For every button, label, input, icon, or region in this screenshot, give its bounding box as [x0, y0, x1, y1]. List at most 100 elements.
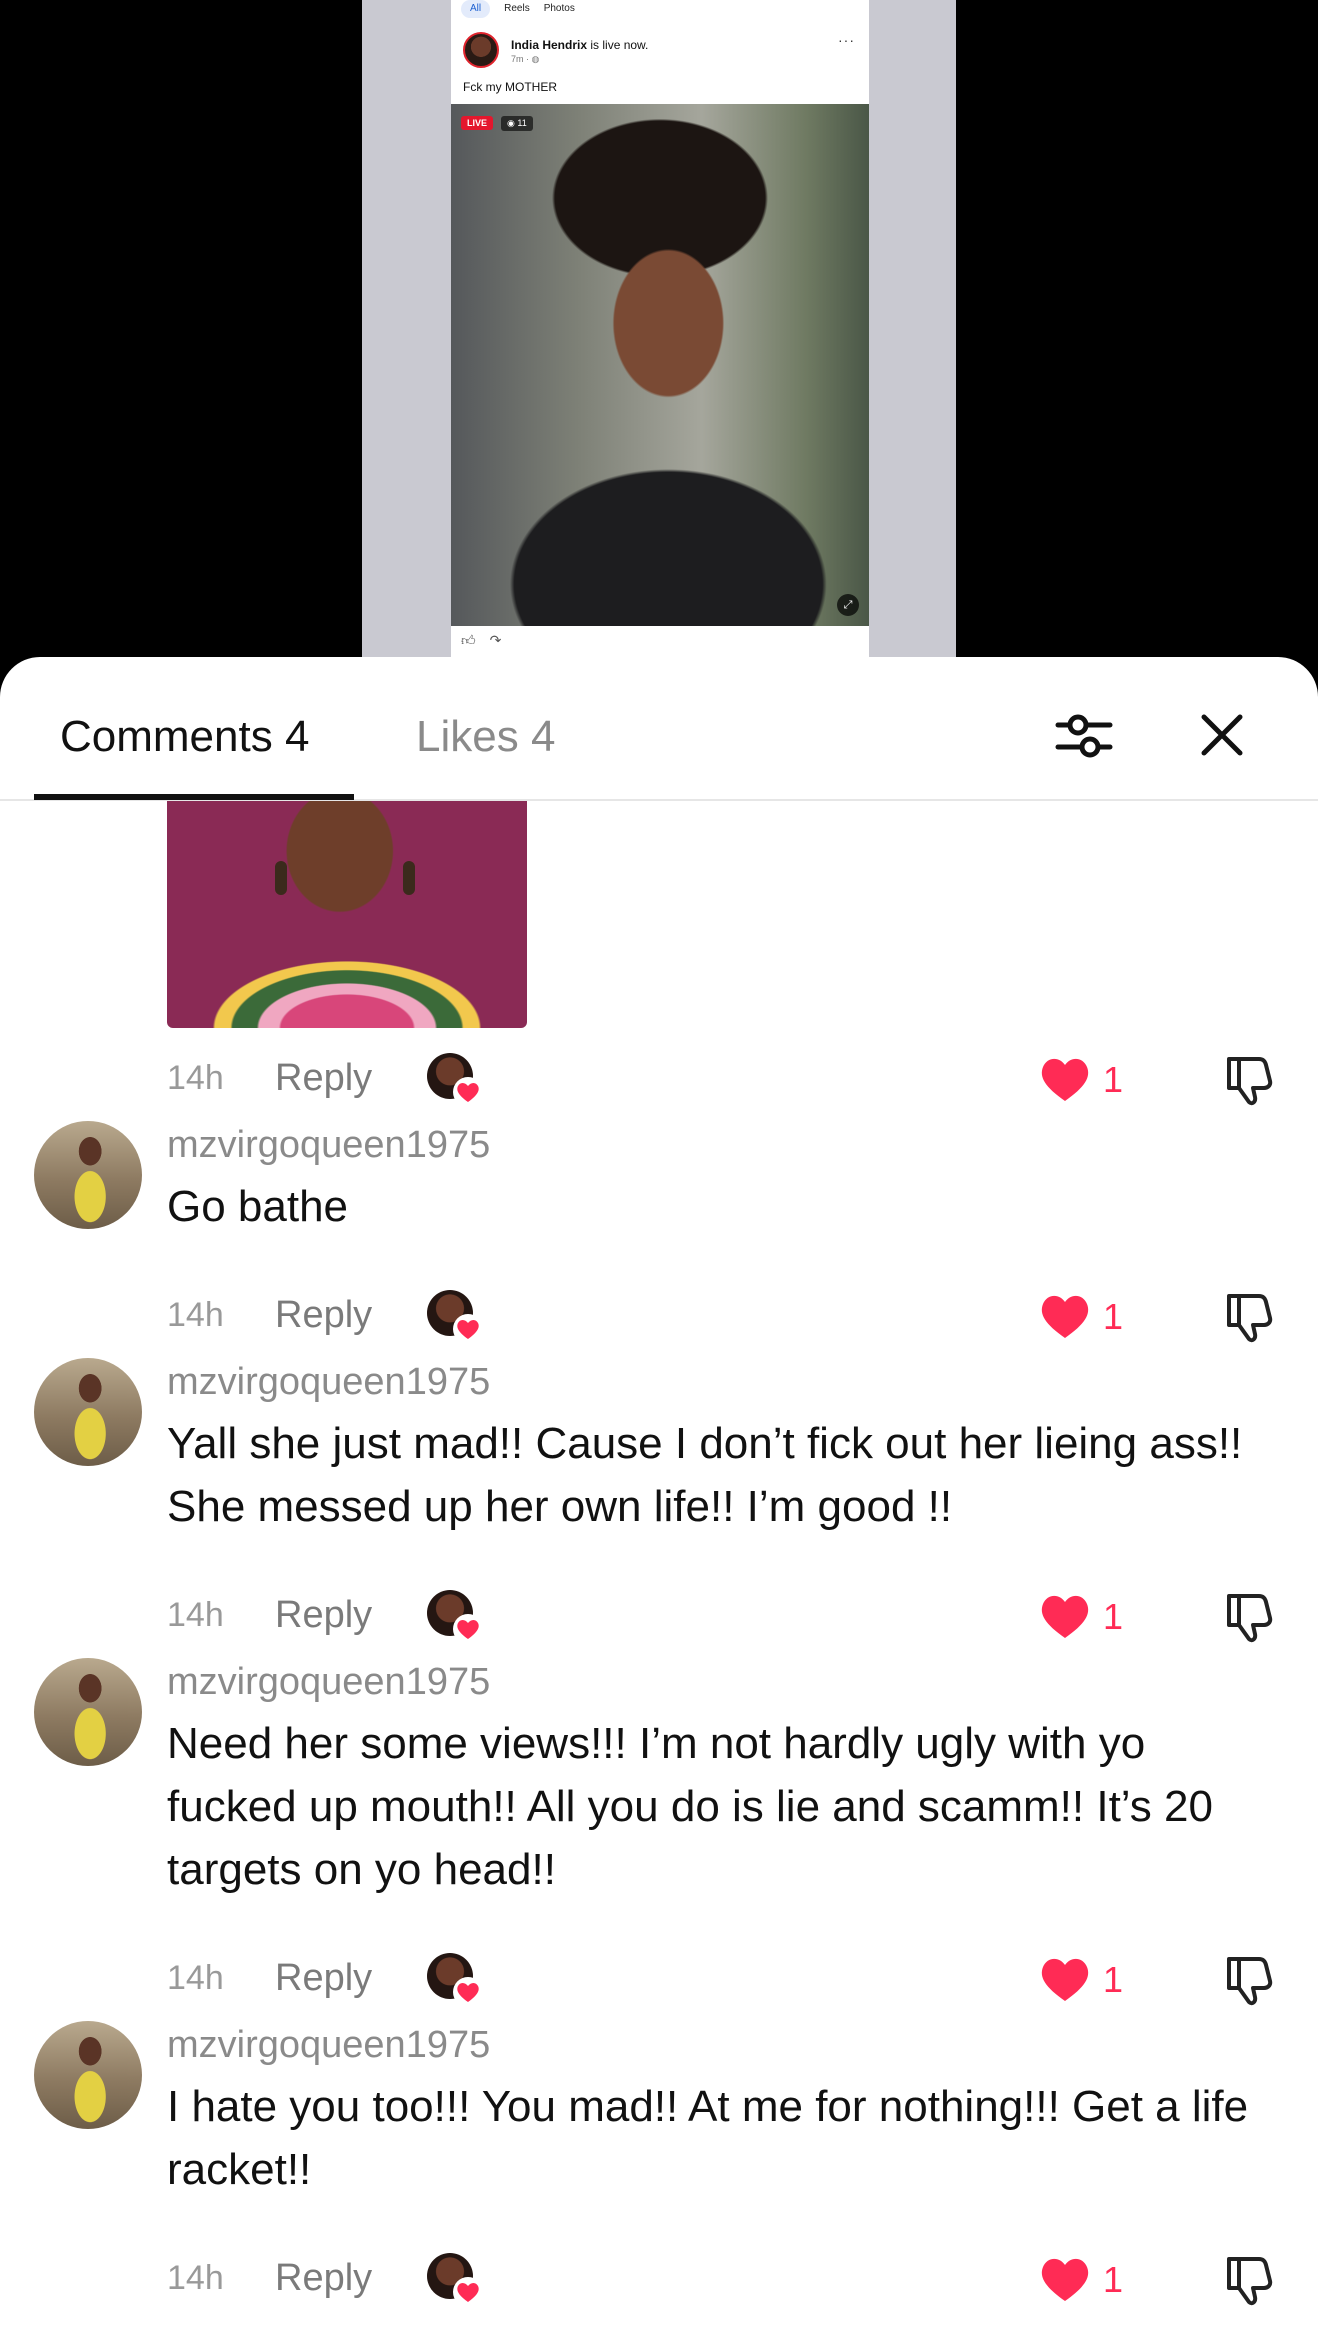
- heart-icon: [1041, 2258, 1089, 2301]
- tab-likes[interactable]: Likes 4: [416, 707, 555, 767]
- comment-meta-row: 14h Reply 1: [167, 1288, 1287, 1344]
- reply-button[interactable]: Reply: [275, 1057, 372, 1100]
- globe-icon: ◍: [531, 54, 540, 64]
- expand-icon: ⤢: [837, 594, 859, 616]
- reply-button[interactable]: Reply: [275, 1957, 372, 2000]
- dislike-button[interactable]: [1219, 1288, 1279, 1344]
- thumbs-down-icon: [1227, 1594, 1273, 1643]
- comment-time: 14h: [167, 1059, 224, 1097]
- post-caption: Fck my MOTHER: [463, 80, 557, 94]
- comment-time: 14h: [167, 1296, 224, 1334]
- creator-liked-badge: [427, 1953, 483, 2007]
- avatar[interactable]: [34, 1358, 142, 1466]
- like-button[interactable]: [1037, 1053, 1093, 1105]
- comment-text: Need her some views!!! I’m not hardly ug…: [167, 1719, 1213, 1894]
- creator-liked-badge: [427, 2253, 483, 2307]
- comment-time: 14h: [167, 2259, 224, 2297]
- avatar[interactable]: [34, 1658, 142, 1766]
- creator-heart-icon: [453, 1077, 483, 1107]
- share-icon: ↷: [489, 632, 502, 648]
- earring-right: [403, 861, 415, 895]
- filter-button[interactable]: [1052, 703, 1116, 767]
- like-button[interactable]: [1037, 1590, 1093, 1642]
- thumbs-up-icon: 👍︎: [461, 632, 476, 648]
- thumbs-down-icon: [1227, 2257, 1273, 2306]
- creator-heart-icon: [453, 1977, 483, 2007]
- comment-meta-row: 14h Reply 1: [167, 1051, 1287, 1107]
- thumbs-down-icon: [1227, 1294, 1273, 1343]
- live-badge: LIVE: [461, 116, 494, 130]
- heart-icon: [1041, 1295, 1089, 1338]
- comment-sticker-image: [167, 801, 527, 1028]
- comment-meta-row: 14h Reply 1: [167, 1588, 1287, 1644]
- comment-username[interactable]: mzvirgoqueen1975: [167, 1358, 490, 1406]
- comment-time: 14h: [167, 1596, 224, 1634]
- creator-heart-icon: [453, 1614, 483, 1644]
- creator-liked-badge: [427, 1290, 483, 1344]
- dislike-button[interactable]: [1219, 1051, 1279, 1107]
- avatar[interactable]: [34, 2021, 142, 2129]
- thumbs-down-icon: [1227, 1957, 1273, 2006]
- viewer-count-badge: ◉ 11: [501, 116, 533, 131]
- like-count: 1: [1103, 1959, 1124, 2000]
- post-tab-all: All: [461, 0, 491, 18]
- video-area[interactable]: All Reels Photos India Hendrix is live n…: [0, 0, 1318, 700]
- comment-username[interactable]: mzvirgoqueen1975: [167, 2021, 490, 2069]
- comment-text: Yall she just mad!! Cause I don’t fick o…: [167, 1419, 1243, 1531]
- post-author-name: India Hendrix: [511, 38, 588, 52]
- comment-text: I hate you too!!! You mad!! At me for no…: [167, 2082, 1249, 2194]
- heart-icon: [1041, 1595, 1089, 1638]
- post-frame: All Reels Photos India Hendrix is live n…: [362, 0, 956, 700]
- reply-button[interactable]: Reply: [275, 1294, 372, 1337]
- reply-button[interactable]: Reply: [275, 1594, 372, 1637]
- close-icon: [1201, 714, 1243, 756]
- creator-liked-badge: [427, 1053, 483, 1107]
- like-button[interactable]: [1037, 1290, 1093, 1342]
- post-card: All Reels Photos India Hendrix is live n…: [451, 0, 869, 660]
- comment-time: 14h: [167, 1959, 224, 1997]
- post-more-icon: ···: [838, 32, 855, 48]
- like-button[interactable]: [1037, 1953, 1093, 2005]
- post-time-text: 7m ·: [511, 54, 532, 64]
- reply-button[interactable]: Reply: [275, 2257, 372, 2300]
- post-actions: 👍︎ ↷: [461, 632, 501, 649]
- earring-left: [275, 861, 287, 895]
- post-tabs: All Reels Photos: [451, 0, 869, 18]
- comments-sheet: Comments 4 Likes 4 14h Reply 1 mzvirgoqu…: [0, 657, 1318, 2346]
- avatar[interactable]: [34, 1121, 142, 1229]
- like-count: 1: [1103, 1296, 1124, 1337]
- comment-list[interactable]: 14h Reply 1 mzvirgoqueen1975 Go bathe 14…: [0, 801, 1318, 2346]
- creator-liked-badge: [427, 1590, 483, 1644]
- comment-username[interactable]: mzvirgoqueen1975: [167, 1658, 490, 1706]
- like-count: 1: [1103, 1059, 1124, 1100]
- heart-icon: [1041, 1058, 1089, 1101]
- close-button[interactable]: [1190, 703, 1254, 767]
- post-author-line: India Hendrix is live now.: [511, 38, 648, 52]
- thumbs-down-icon: [1227, 1057, 1273, 1106]
- post-tab-reels: Reels: [504, 3, 530, 14]
- like-button[interactable]: [1037, 2253, 1093, 2305]
- sheet-header: Comments 4 Likes 4: [0, 657, 1318, 801]
- post-time: 7m · ◍: [511, 54, 539, 65]
- viewer-count: 11: [517, 118, 527, 128]
- active-tab-indicator: [34, 794, 354, 800]
- comment-text: Go bathe: [167, 1182, 349, 1231]
- sliders-icon: [1055, 714, 1113, 758]
- eye-icon: ◉: [507, 118, 515, 128]
- dislike-button[interactable]: [1219, 1588, 1279, 1644]
- creator-heart-icon: [453, 1314, 483, 1344]
- heart-icon: [1041, 1958, 1089, 2001]
- post-author-avatar: [463, 32, 499, 68]
- live-video-frame: LIVE ◉ 11 ⤢: [451, 104, 869, 626]
- comment-meta-row: 14h Reply 1: [167, 2251, 1287, 2307]
- like-count: 1: [1103, 2259, 1124, 2300]
- comment-username[interactable]: mzvirgoqueen1975: [167, 1121, 490, 1169]
- dislike-button[interactable]: [1219, 1951, 1279, 2007]
- like-count: 1: [1103, 1596, 1124, 1637]
- post-status: is live now.: [590, 38, 649, 52]
- creator-heart-icon: [453, 2277, 483, 2307]
- tab-comments[interactable]: Comments 4: [60, 707, 309, 767]
- post-tab-photos: Photos: [543, 3, 575, 14]
- dislike-button[interactable]: [1219, 2251, 1279, 2307]
- post-header: India Hendrix is live now. 7m · ◍ ···: [463, 32, 859, 70]
